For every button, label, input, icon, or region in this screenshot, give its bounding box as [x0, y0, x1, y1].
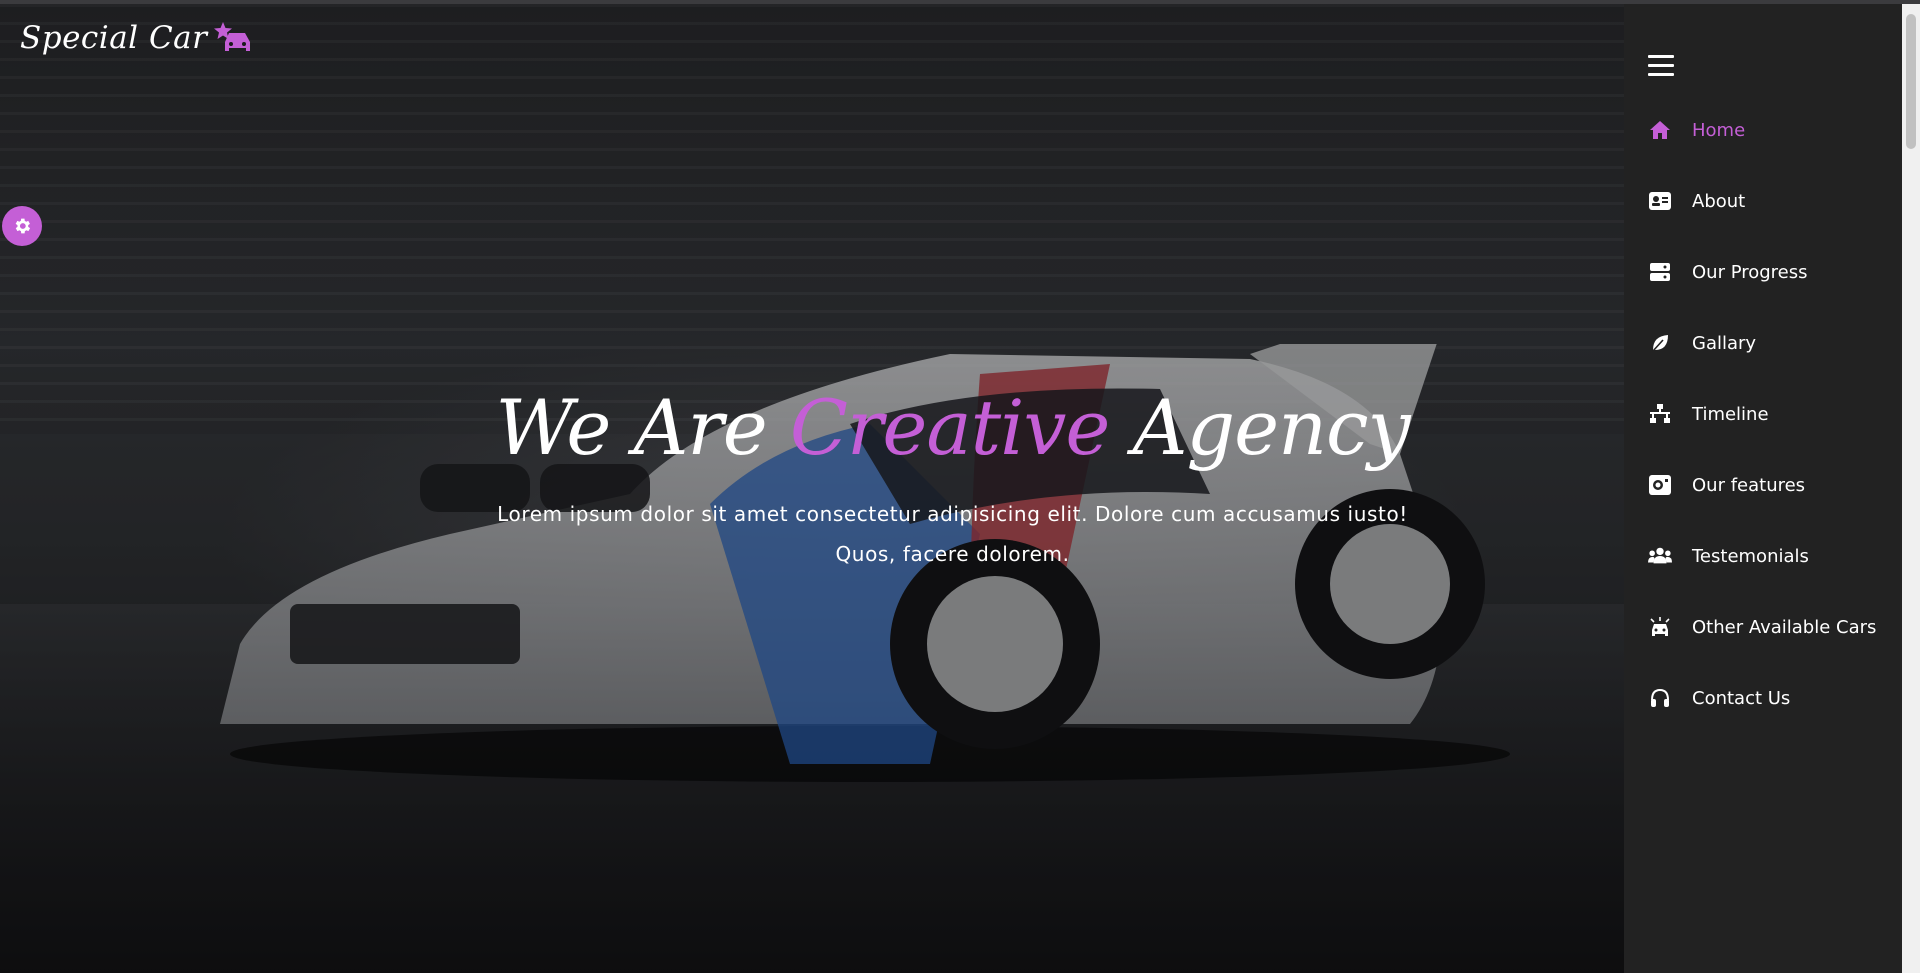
car-star-icon — [214, 22, 251, 51]
sidebar-item-contact-us[interactable]: Contact Us — [1648, 683, 1790, 713]
scrollbar-thumb[interactable] — [1906, 14, 1916, 149]
page-scrollbar[interactable] — [1902, 4, 1920, 973]
users-icon — [1648, 544, 1672, 568]
sidebar-item-label: Our features — [1692, 474, 1806, 496]
hero-headline: We Are Creative Agency — [0, 383, 1905, 472]
headline-part1: We Are — [495, 383, 790, 472]
sidebar-item-testemonials[interactable]: Testemonials — [1648, 541, 1809, 571]
home-icon — [1648, 118, 1672, 142]
sidebar-item-gallary[interactable]: Gallary — [1648, 328, 1756, 358]
sidebar-item-label: Timeline — [1692, 403, 1769, 425]
sidebar-item-label: About — [1692, 190, 1746, 212]
settings-button[interactable] — [2, 206, 42, 246]
hero-section — [0, 4, 1624, 973]
hero-overlay — [0, 4, 1624, 973]
brand-logo[interactable]: Special Car — [20, 20, 253, 56]
logo-text: Special Car — [20, 20, 208, 56]
sidebar-item-home[interactable]: Home — [1648, 115, 1745, 145]
sidebar-item-other-available-cars[interactable]: Other Available Cars — [1648, 612, 1876, 642]
sidebar-item-timeline[interactable]: Timeline — [1648, 399, 1769, 429]
id-card-icon — [1648, 189, 1672, 213]
sidebar-item-label: Testemonials — [1692, 545, 1809, 567]
headline-part2: Agency — [1109, 383, 1411, 472]
sidebar-item-label: Gallary — [1692, 332, 1757, 354]
gear-icon — [15, 218, 31, 234]
headline-accent: Creative — [789, 383, 1111, 472]
nodes-icon — [1648, 402, 1672, 426]
hero-subtext-line1: Lorem ipsum dolor sit amet consectetur a… — [497, 502, 1408, 526]
hamburger-icon[interactable] — [1648, 55, 1674, 77]
headset-icon — [1648, 686, 1672, 710]
sidebar-item-our-progress[interactable]: Our Progress — [1648, 257, 1808, 287]
server-icon — [1648, 260, 1672, 284]
sidebar-nav: Home About Our Progress Gallary Timeline… — [1624, 4, 1902, 973]
sidebar-item-our-features[interactable]: Our features — [1648, 470, 1805, 500]
sidebar-item-label: Home — [1692, 119, 1746, 141]
hero-subtext-line2: Quos, facere dolorem. — [835, 542, 1070, 566]
features-icon — [1648, 473, 1672, 497]
sidebar-item-about[interactable]: About — [1648, 186, 1745, 216]
sidebar-item-label: Contact Us — [1692, 687, 1791, 709]
sidebar-item-label: Other Available Cars — [1692, 616, 1877, 638]
sidebar-item-label: Our Progress — [1692, 261, 1808, 283]
window-top-border — [0, 0, 1920, 4]
car-icon — [1648, 615, 1672, 639]
leaf-icon — [1648, 331, 1672, 355]
